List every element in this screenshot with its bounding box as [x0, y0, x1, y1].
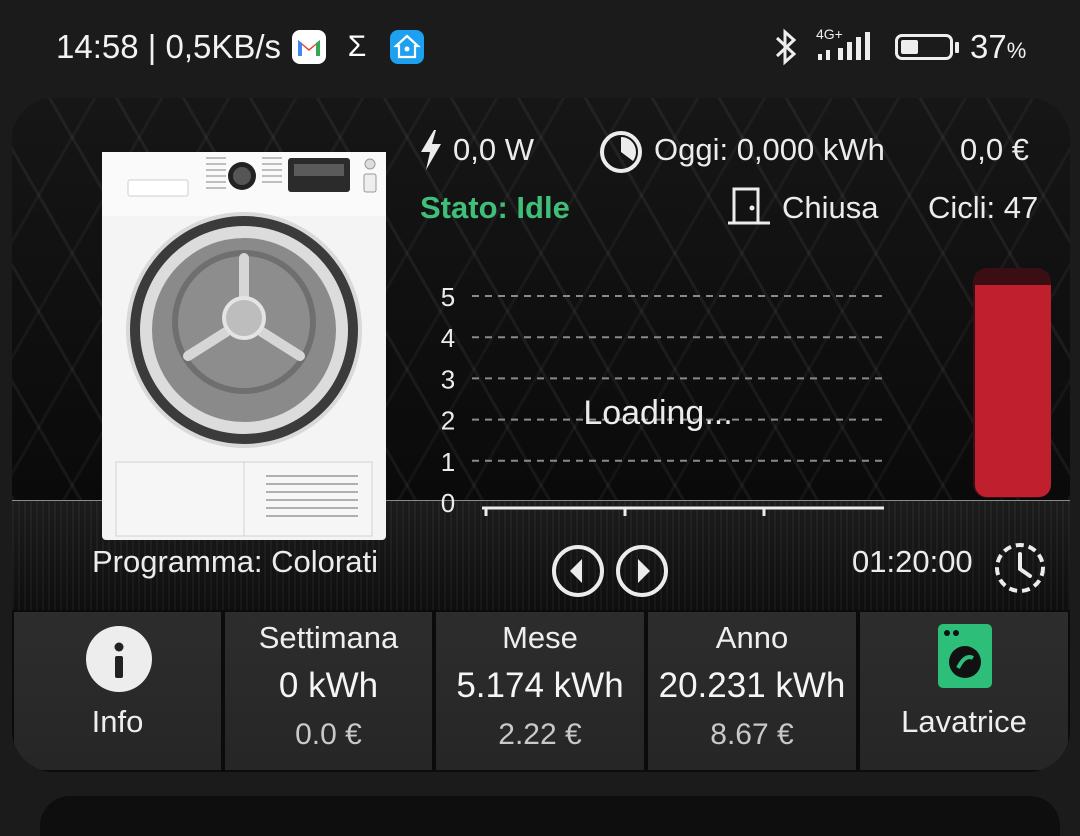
year-label: Anno: [715, 620, 789, 655]
month-cost: 2.22 €: [498, 718, 582, 751]
info-icon: [86, 626, 152, 692]
power-bolt-icon: [421, 130, 441, 170]
state-label: Stato: Idle: [420, 190, 570, 225]
battery-percent: 37%: [970, 28, 1027, 65]
chart-loading-text: Loading...: [583, 394, 732, 432]
stats-tiles: Info Settimana 0 kWh 0.0 € Mese 5.174 kW…: [12, 610, 1070, 772]
door-status: Chiusa: [782, 190, 879, 225]
y-tick-label: 1: [441, 447, 455, 477]
power-chart: 0 1 2 3 4 5 Loading...: [441, 282, 884, 516]
washing-machine-icon: [938, 624, 992, 688]
month-energy: 5.174 kWh: [456, 666, 624, 705]
y-tick-label: 5: [441, 282, 455, 312]
sigma-icon: Σ: [347, 30, 367, 63]
week-energy: 0 kWh: [278, 666, 379, 705]
gmail-icon: [292, 30, 326, 64]
week-label: Settimana: [258, 620, 399, 655]
month-label: Mese: [502, 620, 578, 655]
today-energy: Oggi: 0,000 kWh: [654, 132, 885, 167]
y-tick-label: 2: [441, 406, 455, 436]
door-icon: [728, 187, 770, 225]
month-tile[interactable]: Mese 5.174 kWh 2.22 €: [434, 610, 646, 770]
week-tile[interactable]: Settimana 0 kWh 0.0 €: [223, 610, 434, 770]
y-tick-label: 0: [441, 488, 455, 516]
dryer-image[interactable]: [102, 152, 386, 540]
washer-tile-label: Lavatrice: [901, 704, 1027, 739]
year-energy: 20.231 kWh: [658, 666, 846, 705]
bluetooth-icon: [772, 26, 800, 76]
battery-icon: [895, 34, 953, 60]
battery-tip: [955, 42, 959, 53]
year-tile[interactable]: Anno 20.231 kWh 8.67 €: [646, 610, 858, 770]
remaining-time: 01:20:00: [852, 544, 973, 579]
today-cost: 0,0 €: [960, 132, 1029, 167]
home-assistant-icon: [390, 30, 424, 64]
appliance-card: 0,0 W Oggi: 0,000 kWh 0,0 € Stato: Idle …: [12, 98, 1070, 772]
info-tile[interactable]: Info: [12, 610, 223, 770]
y-tick-label: 4: [441, 323, 455, 353]
signal-icon: 4G+: [814, 26, 884, 68]
prev-button[interactable]: [551, 544, 605, 598]
year-cost: 8.67 €: [710, 718, 794, 751]
washer-tile[interactable]: Lavatrice: [858, 610, 1070, 770]
cycles-count: Cicli: 47: [928, 190, 1039, 225]
week-cost: 0.0 €: [295, 718, 362, 751]
power-value: 0,0 W: [453, 132, 534, 167]
next-button[interactable]: [615, 544, 669, 598]
energy-pie-icon: [600, 131, 642, 173]
y-tick-label: 3: [441, 364, 455, 394]
status-time-speed: 14:58 | 0,5KB/s: [56, 28, 282, 65]
next-card: [40, 796, 1060, 836]
level-bar-fill: [975, 285, 1051, 497]
program-label: Programma: Colorati: [92, 544, 378, 579]
info-tile-label: Info: [91, 704, 144, 739]
status-bar: 14:58 | 0,5KB/s Σ 4G+ 37%: [0, 0, 1080, 96]
timer-icon: [995, 543, 1045, 593]
